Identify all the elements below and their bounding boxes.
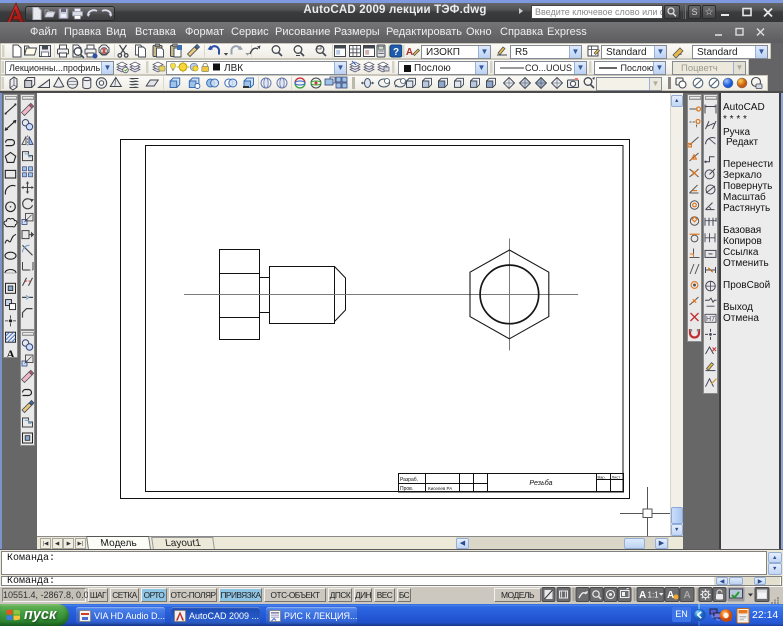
- svg-text:А: А: [684, 590, 691, 601]
- svg-text:Резьба: Резьба: [529, 479, 552, 487]
- svg-text:Пров.: Пров.: [400, 486, 413, 492]
- svg-text:A: A: [6, 349, 15, 357]
- svg-text:1:1: 1:1: [648, 591, 660, 600]
- svg-text:A: A: [406, 47, 413, 58]
- svg-text:?: ?: [393, 47, 399, 58]
- svg-text:А: А: [667, 590, 674, 601]
- svg-text:H7: H7: [706, 316, 715, 323]
- svg-text:Киселев РА: Киселев РА: [428, 486, 452, 491]
- svg-text:Вар.: Вар.: [598, 475, 606, 480]
- svg-text:Лист: Лист: [612, 475, 621, 480]
- svg-text:Разраб.: Разраб.: [400, 477, 418, 483]
- svg-text:А: А: [639, 590, 646, 601]
